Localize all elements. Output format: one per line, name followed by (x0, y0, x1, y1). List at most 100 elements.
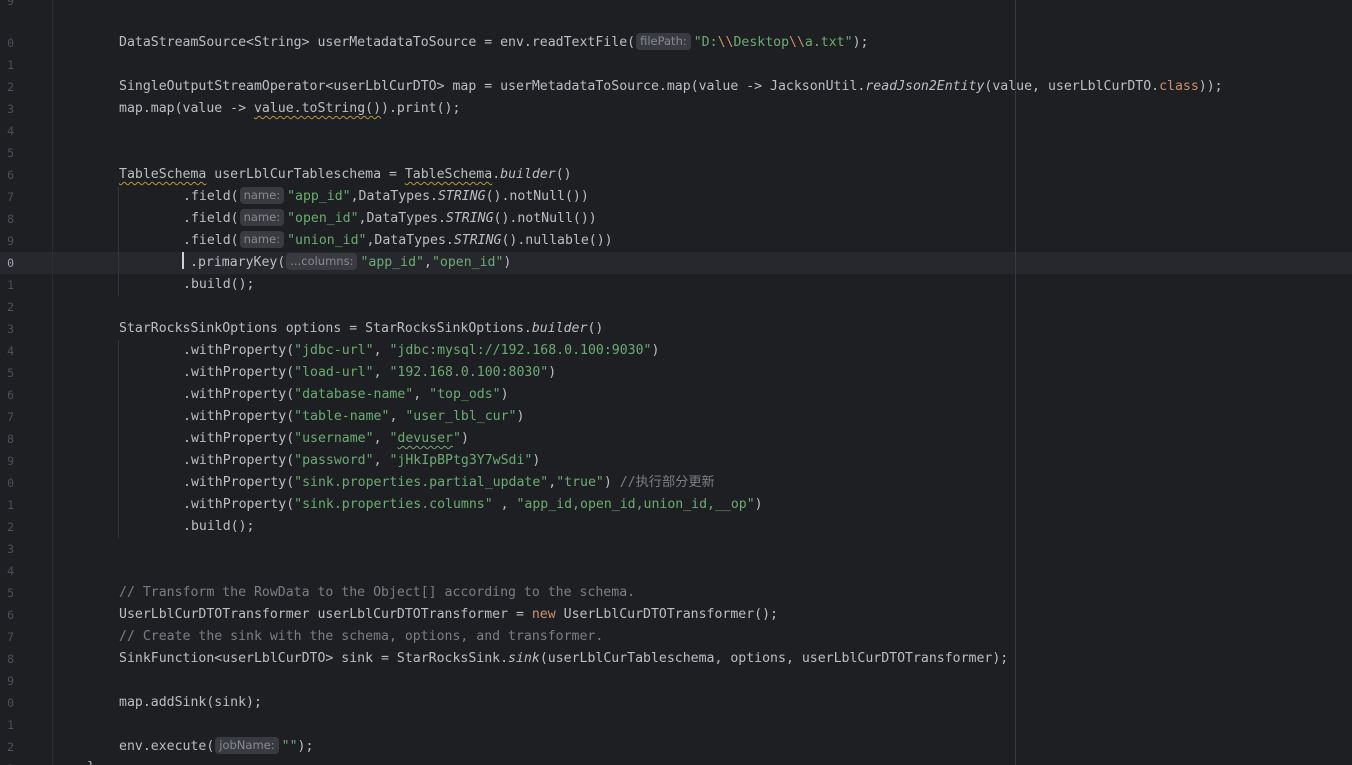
string-literal: "" (281, 739, 298, 754)
line-number: 4 (7, 564, 14, 578)
line-number: 3 (7, 322, 14, 336)
code-line[interactable]: .field(name: "app_id",DataTypes.STRING().… (183, 186, 589, 208)
code-line[interactable]: env.execute(jobName: ""); (119, 736, 313, 758)
string-literal: "jdbc-url" (294, 343, 374, 358)
code-line[interactable]: map.addSink(sink); (119, 692, 262, 714)
code-line[interactable]: StarRocksSinkOptions options = StarRocks… (119, 318, 603, 340)
code-text: .field( (183, 189, 239, 204)
code-line[interactable]: .withProperty("jdbc-url", "jdbc:mysql://… (183, 340, 659, 362)
string-literal: "union_id" (287, 233, 367, 248)
code-line[interactable]: // Transform the RowData to the Object[]… (119, 582, 635, 604)
code-text: ); (852, 35, 869, 50)
parameter-hint: name: (239, 231, 285, 248)
code-text: , (413, 387, 430, 402)
escape-sequence: \\ (789, 35, 805, 50)
code-line[interactable]: .withProperty("sink.properties.columns" … (183, 494, 763, 516)
string-literal: "D: (693, 35, 718, 50)
warning-highlight[interactable]: TableSchema (119, 167, 206, 182)
typo-highlight[interactable]: devuser (397, 431, 453, 446)
code-text: map.map(value -> (119, 101, 254, 116)
code-text: ,DataTypes. (358, 211, 446, 226)
code-text: () (587, 321, 604, 336)
line-number: 8 (7, 212, 14, 226)
code-text: SinkFunction<userLblCurDTO> sink = StarR… (119, 651, 509, 666)
code-line[interactable]: .withProperty("username", "devuser") (183, 428, 469, 450)
line-number: 8 (7, 652, 14, 666)
code-line[interactable]: TableSchema userLblCurTableschema = Tabl… (119, 164, 572, 186)
code-line[interactable]: .build(); (183, 274, 254, 296)
code-text: SingleOutputStreamOperator<userLblCurDTO… (119, 79, 866, 94)
code-line[interactable]: .field(name: "open_id",DataTypes.STRING()… (183, 208, 597, 230)
line-number: 1 (7, 498, 14, 512)
string-literal: "open_id" (431, 255, 504, 270)
code-text: DataStreamSource<String> userMetadataToS… (119, 35, 636, 50)
string-literal: "user_lbl_cur" (405, 409, 517, 424)
line-number-gutter[interactable]: 9 0 1 2 3 4 5 6 7 8 9 0 1 2 3 4 5 6 7 8 … (0, 0, 16, 765)
code-text: , (373, 343, 390, 358)
code-text: .withProperty( (183, 387, 295, 402)
code-text: , (373, 365, 390, 380)
string-literal: "sink.properties.partial_update" (294, 475, 549, 490)
string-literal: "192.168.0.100:8030" (389, 365, 549, 380)
code-text: ,DataTypes. (366, 233, 454, 248)
code-line-current[interactable]: .primaryKey(...columns: "app_id","open_id… (182, 252, 511, 274)
parameter-hint: filePath: (636, 33, 691, 50)
code-text: ) (603, 475, 620, 490)
code-line[interactable]: .withProperty("sink.properties.partial_u… (183, 472, 715, 494)
warning-highlight[interactable]: value.toString() (254, 101, 381, 116)
code-text: ) (460, 431, 469, 446)
code-text: .build(); (183, 519, 255, 534)
code-text: .withProperty( (183, 343, 295, 358)
parameter-hint: ...columns: (286, 253, 358, 270)
text-caret (182, 252, 184, 269)
code-line[interactable]: .field(name: "union_id",DataTypes.STRING(… (183, 230, 613, 252)
code-text: ().notNull()) (485, 189, 589, 204)
code-line[interactable]: .withProperty("password", "jHkIpBPtg3Y7w… (183, 450, 540, 472)
static-method-call: sink (508, 651, 540, 666)
code-line[interactable]: map.map(value -> value.toString()).print… (119, 98, 460, 120)
line-number: 9 (7, 0, 14, 8)
static-method-call: readJson2Entity (865, 79, 985, 94)
code-editor[interactable]: 9 0 1 2 3 4 5 6 7 8 9 0 1 2 3 4 5 6 7 8 … (0, 0, 1352, 765)
code-text: .withProperty( (183, 497, 295, 512)
code-text: (userLblCurTableschema, options, userLbl… (539, 651, 1009, 666)
code-line[interactable]: .withProperty("load-url", "192.168.0.100… (183, 362, 556, 384)
code-line[interactable]: .withProperty("table-name", "user_lbl_cu… (183, 406, 524, 428)
string-literal: "top_ods" (429, 387, 501, 402)
static-field: STRING (453, 233, 502, 248)
code-text: .build(); (183, 277, 255, 292)
line-number: 3 (7, 542, 14, 556)
line-number: 3 (0, 758, 14, 765)
string-literal: "sink.properties.columns" (294, 497, 493, 512)
indent-guide (118, 340, 119, 538)
line-number: 2 (7, 740, 14, 754)
code-text: .withProperty( (183, 365, 295, 380)
line-number: 9 (7, 454, 14, 468)
code-text: ().nullable()) (501, 233, 613, 248)
code-text: .withProperty( (183, 409, 295, 424)
code-line[interactable]: UserLblCurDTOTransformer userLblCurDTOTr… (119, 604, 778, 626)
code-line[interactable]: DataStreamSource<String> userMetadataToS… (119, 32, 868, 54)
code-text: ) (532, 453, 541, 468)
indent-guide (118, 186, 119, 296)
string-literal: "table-name" (294, 409, 390, 424)
code-text: ) (651, 343, 660, 358)
keyword: new (531, 607, 556, 622)
line-number: 0 (7, 36, 14, 50)
code-line[interactable]: SingleOutputStreamOperator<userLblCurDTO… (119, 76, 1223, 98)
string-literal: "app_id" (360, 255, 424, 270)
string-literal: a.txt" (804, 35, 853, 50)
line-number: 0 (7, 696, 14, 710)
code-line[interactable]: // Create the sink with the schema, opti… (119, 626, 603, 648)
code-line[interactable]: SinkFunction<userLblCurDTO> sink = StarR… (119, 648, 1008, 670)
code-line[interactable]: .build(); (183, 516, 254, 538)
code-line[interactable]: } (87, 757, 95, 765)
warning-highlight[interactable]: TableSchema (405, 167, 492, 182)
code-text: ); (297, 739, 314, 754)
code-text: ) (754, 497, 763, 512)
code-line[interactable]: .withProperty("database-name", "top_ods"… (183, 384, 509, 406)
code-text: .withProperty( (183, 475, 295, 490)
string-literal: "app_id,open_id,union_id,__op" (516, 497, 755, 512)
line-number: 2 (7, 300, 14, 314)
code-text: map.addSink(sink); (119, 695, 262, 710)
